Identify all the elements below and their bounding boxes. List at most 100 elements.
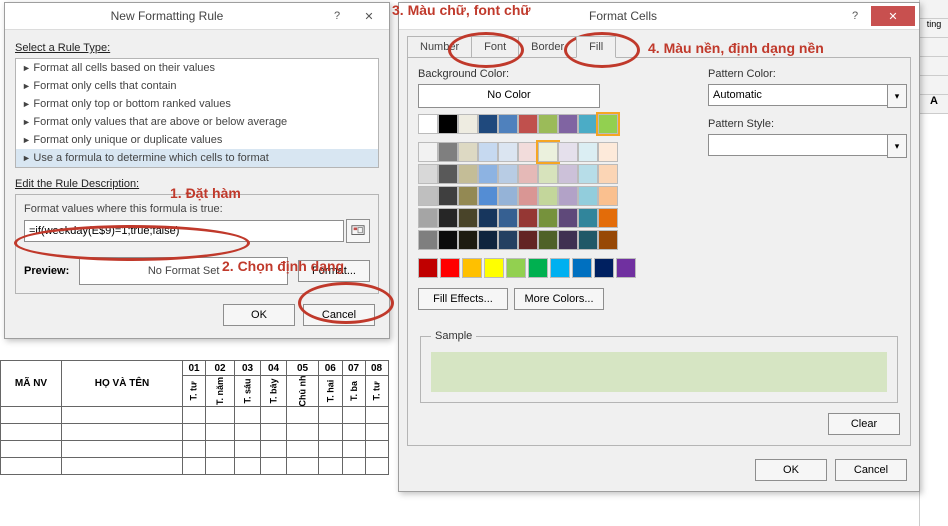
color-swatch[interactable]: [478, 114, 498, 134]
tab-fill[interactable]: Fill: [576, 36, 616, 58]
color-swatch[interactable]: [438, 208, 458, 228]
chevron-down-icon[interactable]: ▾: [887, 84, 907, 108]
color-swatch[interactable]: [598, 230, 618, 250]
range-selector-button[interactable]: [346, 219, 370, 243]
color-swatch[interactable]: [498, 230, 518, 250]
more-colors-button[interactable]: More Colors...: [514, 288, 604, 310]
clear-button[interactable]: Clear: [828, 413, 900, 435]
color-swatch[interactable]: [518, 186, 538, 206]
format-button[interactable]: Format...: [298, 260, 370, 282]
color-swatch[interactable]: [438, 186, 458, 206]
color-swatch[interactable]: [598, 208, 618, 228]
formula-input[interactable]: [24, 220, 344, 242]
color-swatch[interactable]: [550, 258, 570, 278]
color-swatch[interactable]: [478, 208, 498, 228]
color-swatch[interactable]: [558, 164, 578, 184]
color-swatch[interactable]: [616, 258, 636, 278]
color-swatch[interactable]: [518, 142, 538, 162]
color-swatch[interactable]: [478, 164, 498, 184]
help-button[interactable]: ?: [839, 6, 871, 26]
color-swatch[interactable]: [418, 230, 438, 250]
color-swatch[interactable]: [558, 230, 578, 250]
color-swatch[interactable]: [418, 114, 438, 134]
cancel-button[interactable]: Cancel: [835, 459, 907, 481]
color-swatch[interactable]: [498, 114, 518, 134]
cancel-button[interactable]: Cancel: [303, 304, 375, 326]
color-swatch[interactable]: [518, 208, 538, 228]
color-swatch[interactable]: [418, 208, 438, 228]
rule-type-item[interactable]: Format only cells that contain: [16, 77, 378, 95]
color-swatch[interactable]: [462, 258, 482, 278]
color-swatch[interactable]: [594, 258, 614, 278]
color-swatch[interactable]: [538, 208, 558, 228]
color-swatch[interactable]: [458, 186, 478, 206]
color-swatch[interactable]: [418, 186, 438, 206]
color-swatch[interactable]: [438, 164, 458, 184]
color-swatch[interactable]: [538, 164, 558, 184]
help-button[interactable]: ?: [321, 6, 353, 26]
color-swatch[interactable]: [518, 164, 538, 184]
rule-type-item[interactable]: Format only values that are above or bel…: [16, 113, 378, 131]
color-swatch[interactable]: [578, 186, 598, 206]
color-swatch[interactable]: [578, 208, 598, 228]
color-swatch[interactable]: [418, 164, 438, 184]
tab-border[interactable]: Border: [518, 36, 577, 58]
color-swatch[interactable]: [578, 142, 598, 162]
color-swatch[interactable]: [498, 164, 518, 184]
color-swatch[interactable]: [506, 258, 526, 278]
no-color-button[interactable]: No Color: [418, 84, 600, 108]
color-swatch[interactable]: [478, 230, 498, 250]
color-swatch[interactable]: [578, 114, 598, 134]
color-swatch[interactable]: [438, 230, 458, 250]
color-swatch[interactable]: [572, 258, 592, 278]
chevron-down-icon[interactable]: ▾: [887, 134, 907, 158]
color-swatch[interactable]: [458, 208, 478, 228]
color-swatch[interactable]: [538, 230, 558, 250]
color-swatch[interactable]: [438, 142, 458, 162]
color-swatch[interactable]: [458, 142, 478, 162]
color-swatch[interactable]: [598, 186, 618, 206]
color-swatch[interactable]: [528, 258, 548, 278]
rule-type-item[interactable]: Format only unique or duplicate values: [16, 131, 378, 149]
color-swatch[interactable]: [498, 208, 518, 228]
color-swatch[interactable]: [538, 114, 558, 134]
tab-number[interactable]: Number: [407, 36, 472, 58]
color-swatch[interactable]: [498, 142, 518, 162]
color-swatch[interactable]: [558, 114, 578, 134]
color-swatch[interactable]: [440, 258, 460, 278]
rule-type-item[interactable]: Format all cells based on their values: [16, 59, 378, 77]
color-swatch[interactable]: [598, 114, 618, 134]
color-swatch[interactable]: [458, 230, 478, 250]
rule-type-list[interactable]: Format all cells based on their values F…: [15, 58, 379, 168]
pattern-color-combo[interactable]: [708, 84, 887, 106]
color-swatch[interactable]: [558, 142, 578, 162]
color-swatch[interactable]: [418, 142, 438, 162]
rule-type-item-selected[interactable]: Use a formula to determine which cells t…: [16, 149, 378, 167]
close-button[interactable]: ✕: [871, 6, 915, 26]
color-swatch[interactable]: [598, 164, 618, 184]
color-swatch[interactable]: [558, 208, 578, 228]
color-swatch[interactable]: [458, 114, 478, 134]
color-swatch[interactable]: [418, 258, 438, 278]
color-swatch[interactable]: [538, 142, 558, 162]
color-swatch[interactable]: [484, 258, 504, 278]
color-swatch[interactable]: [438, 114, 458, 134]
ok-button[interactable]: OK: [223, 304, 295, 326]
color-swatch[interactable]: [498, 186, 518, 206]
color-swatch[interactable]: [578, 230, 598, 250]
color-swatch[interactable]: [598, 142, 618, 162]
color-swatch[interactable]: [458, 164, 478, 184]
color-swatch[interactable]: [518, 114, 538, 134]
ok-button[interactable]: OK: [755, 459, 827, 481]
fill-effects-button[interactable]: Fill Effects...: [418, 288, 508, 310]
rule-type-item[interactable]: Format only top or bottom ranked values: [16, 95, 378, 113]
color-swatch[interactable]: [538, 186, 558, 206]
color-swatch[interactable]: [518, 230, 538, 250]
pattern-style-combo[interactable]: [708, 134, 887, 156]
color-swatch[interactable]: [558, 186, 578, 206]
color-swatch[interactable]: [578, 164, 598, 184]
close-button[interactable]: ✕: [353, 6, 385, 26]
color-swatch[interactable]: [478, 186, 498, 206]
color-swatch[interactable]: [478, 142, 498, 162]
tab-font[interactable]: Font: [471, 36, 519, 58]
